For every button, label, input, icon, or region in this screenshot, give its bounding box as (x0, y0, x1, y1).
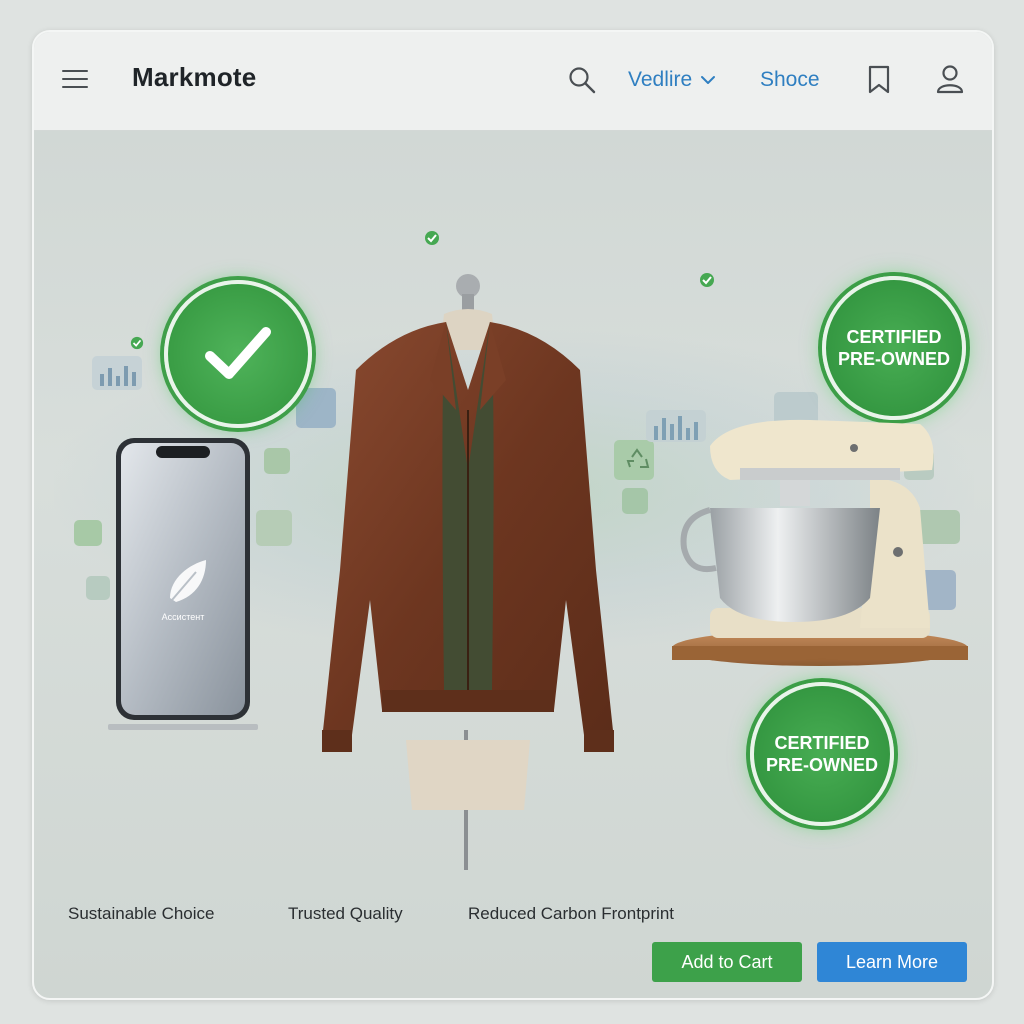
feature-reduced-carbon: Reduced Carbon Frontprint (468, 904, 675, 923)
verified-badge (164, 280, 312, 428)
top-navigation-bar: Markmote Vedlire Shoce (34, 32, 992, 131)
hamburger-menu-icon[interactable] (60, 64, 90, 94)
nav-dropdown-label: Vedlire (628, 68, 693, 91)
feature-trusted-quality: Trusted Quality (288, 904, 403, 923)
small-check-icon (425, 231, 439, 245)
smartphone-product[interactable]: Ассистент (108, 438, 258, 738)
small-check-icon (700, 273, 714, 287)
hero-section: Ассистент CERTIFIED PRE-OWNED CERTIFIED … (34, 130, 992, 998)
search-icon[interactable] (566, 64, 598, 96)
checkmark-icon (205, 327, 271, 379)
certified-badge-line2: PRE-OWNED (766, 755, 878, 775)
learn-more-button[interactable]: Learn More (817, 942, 967, 982)
feature-sustainable-choice: Sustainable Choice (68, 904, 215, 923)
decorative-tile (264, 448, 290, 474)
small-check-icon (130, 336, 144, 350)
stand-mixer-product[interactable] (670, 398, 970, 678)
decorative-tile (74, 520, 102, 546)
certified-badge-line1: CERTIFIED (774, 733, 870, 753)
chevron-down-icon (701, 76, 716, 84)
leather-jacket-product[interactable] (296, 270, 636, 890)
bar-chart-icon (100, 366, 136, 386)
brand-logo-text[interactable]: Markmote (132, 62, 256, 93)
certified-badge-line2: PRE-OWNED (838, 349, 950, 369)
nav-dropdown[interactable]: Vedlire (628, 66, 716, 94)
nav-link-shoce[interactable]: Shoce (760, 66, 820, 94)
decorative-tile (256, 510, 292, 546)
certified-preowned-badge: CERTIFIED PRE-OWNED (750, 682, 894, 826)
bookmark-icon[interactable] (864, 64, 894, 96)
app-window: Markmote Vedlire Shoce Ассистент CERTIFI… (32, 30, 994, 1000)
add-to-cart-button[interactable]: Add to Cart (652, 942, 802, 982)
certified-badge-line1: CERTIFIED (846, 327, 942, 347)
decorative-tile (86, 576, 110, 600)
phone-caption: Ассистент (162, 612, 205, 622)
user-profile-icon[interactable] (934, 62, 966, 96)
